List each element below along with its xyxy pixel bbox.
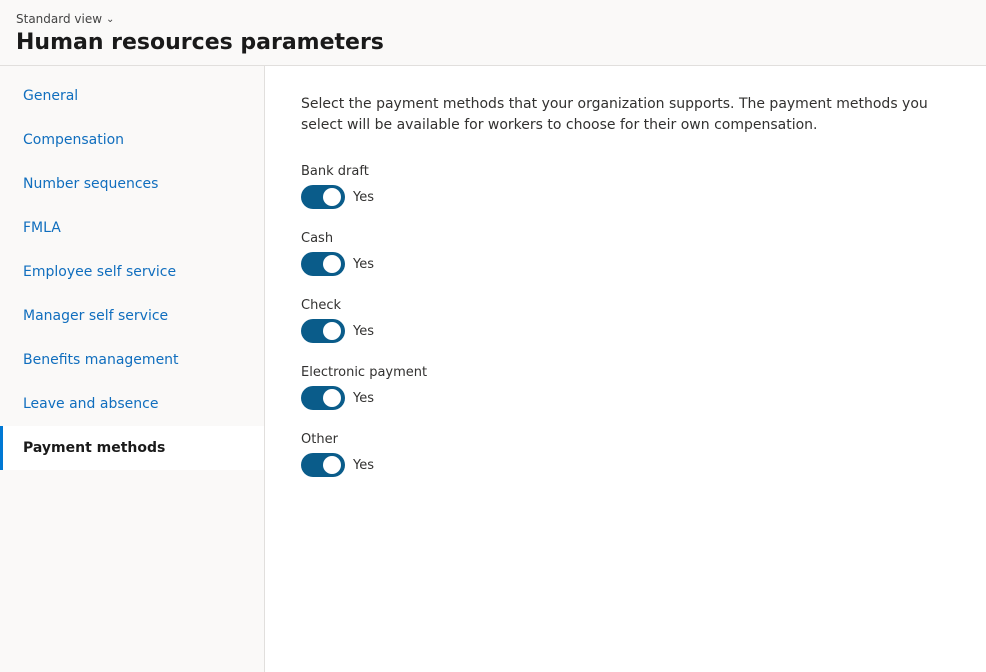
toggle-track-cash xyxy=(301,252,345,276)
toggle-row-other: Yes xyxy=(301,453,950,477)
payment-methods-list: Bank draftYesCashYesCheckYesElectronic p… xyxy=(301,164,950,477)
payment-method-row-electronic-payment: Electronic payment Yes xyxy=(301,365,950,410)
toggle-electronic-payment[interactable] xyxy=(301,386,345,410)
standard-view-button[interactable]: Standard view ⌄ xyxy=(16,12,970,26)
toggle-other[interactable] xyxy=(301,453,345,477)
toggle-value-cash: Yes xyxy=(353,257,374,272)
payment-method-row-other: Other Yes xyxy=(301,432,950,477)
toggle-row-electronic-payment: Yes xyxy=(301,386,950,410)
payment-method-row-check: Check Yes xyxy=(301,298,950,343)
content-area: GeneralCompensationNumber sequencesFMLAE… xyxy=(0,66,986,672)
toggle-thumb-bank-draft xyxy=(323,188,341,206)
page-wrapper: Standard view ⌄ Human resources paramete… xyxy=(0,0,986,672)
sidebar-item-benefits-management[interactable]: Benefits management xyxy=(0,338,264,382)
description-text: Select the payment methods that your org… xyxy=(301,94,950,136)
toggle-value-other: Yes xyxy=(353,458,374,473)
toggle-track-bank-draft xyxy=(301,185,345,209)
standard-view-label: Standard view xyxy=(16,12,102,26)
sidebar-item-employee-self-service[interactable]: Employee self service xyxy=(0,250,264,294)
toggle-value-check: Yes xyxy=(353,324,374,339)
sidebar: GeneralCompensationNumber sequencesFMLAE… xyxy=(0,66,265,672)
page-title: Human resources parameters xyxy=(16,30,970,55)
sidebar-item-fmla[interactable]: FMLA xyxy=(0,206,264,250)
toggle-check[interactable] xyxy=(301,319,345,343)
payment-method-row-bank-draft: Bank draft Yes xyxy=(301,164,950,209)
toggle-track-electronic-payment xyxy=(301,386,345,410)
payment-method-label-electronic-payment: Electronic payment xyxy=(301,365,950,380)
toggle-track-check xyxy=(301,319,345,343)
sidebar-item-payment-methods[interactable]: Payment methods xyxy=(0,426,264,470)
toggle-bank-draft[interactable] xyxy=(301,185,345,209)
toggle-thumb-check xyxy=(323,322,341,340)
payment-method-label-other: Other xyxy=(301,432,950,447)
toggle-thumb-cash xyxy=(323,255,341,273)
sidebar-item-leave-and-absence[interactable]: Leave and absence xyxy=(0,382,264,426)
toggle-row-bank-draft: Yes xyxy=(301,185,950,209)
toggle-row-cash: Yes xyxy=(301,252,950,276)
toggle-cash[interactable] xyxy=(301,252,345,276)
payment-method-label-check: Check xyxy=(301,298,950,313)
toggle-thumb-other xyxy=(323,456,341,474)
payment-method-label-cash: Cash xyxy=(301,231,950,246)
toggle-value-electronic-payment: Yes xyxy=(353,391,374,406)
chevron-down-icon: ⌄ xyxy=(106,14,114,25)
toggle-value-bank-draft: Yes xyxy=(353,190,374,205)
toggle-thumb-electronic-payment xyxy=(323,389,341,407)
payment-method-label-bank-draft: Bank draft xyxy=(301,164,950,179)
main-content: Select the payment methods that your org… xyxy=(265,66,986,672)
toggle-track-other xyxy=(301,453,345,477)
sidebar-item-number-sequences[interactable]: Number sequences xyxy=(0,162,264,206)
sidebar-item-general[interactable]: General xyxy=(0,74,264,118)
page-header: Standard view ⌄ Human resources paramete… xyxy=(0,0,986,66)
sidebar-item-manager-self-service[interactable]: Manager self service xyxy=(0,294,264,338)
toggle-row-check: Yes xyxy=(301,319,950,343)
sidebar-item-compensation[interactable]: Compensation xyxy=(0,118,264,162)
payment-method-row-cash: Cash Yes xyxy=(301,231,950,276)
